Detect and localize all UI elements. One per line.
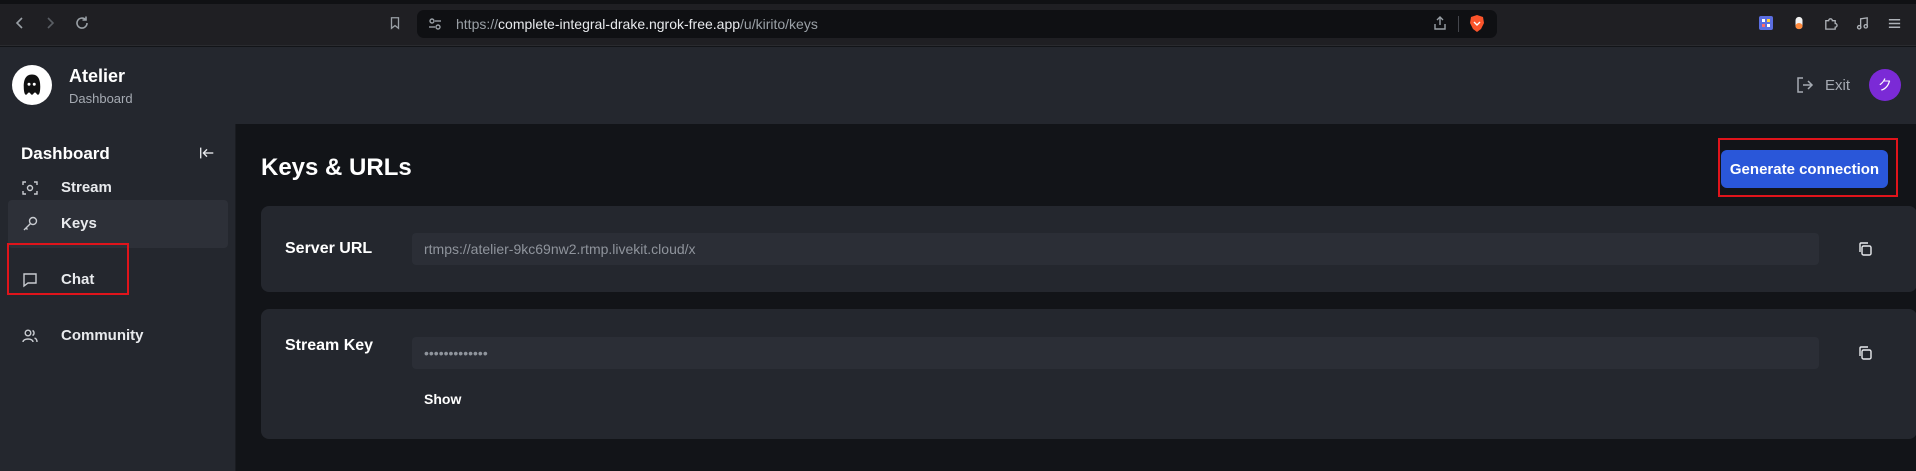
sidebar-item-label: Keys (61, 215, 97, 232)
copy-icon (1859, 346, 1872, 360)
page-title: Keys & URLs (261, 154, 412, 181)
users-icon (21, 327, 39, 345)
main-content: Keys & URLs Generate connection Server U… (237, 124, 1916, 471)
sidebar: Dashboard Stream Keys Chat Community (0, 124, 236, 471)
stream-key-field[interactable]: ••••••••••••• (412, 337, 1819, 369)
copy-icon (1859, 242, 1872, 256)
sidebar-item-keys[interactable]: Keys (8, 200, 228, 248)
key-icon (21, 215, 39, 233)
site-settings-icon[interactable] (427, 16, 443, 32)
exit-button[interactable]: Exit (1795, 75, 1850, 95)
extension-capsule-icon[interactable] (1789, 13, 1809, 33)
server-url-card: Server URL rtmps://atelier-9kc69nw2.rtmp… (261, 206, 1916, 292)
copy-server-url-button[interactable] (1849, 233, 1881, 265)
copy-stream-key-button[interactable] (1849, 337, 1881, 369)
browser-top-strip (0, 0, 1916, 4)
share-icon[interactable] (1432, 15, 1450, 33)
browser-toolbar: https://complete-integral-drake.ngrok-fr… (0, 0, 1916, 46)
forward-icon[interactable] (38, 11, 62, 35)
show-stream-key-button[interactable]: Show (424, 391, 461, 407)
stream-key-card: Stream Key ••••••••••••• Show (261, 309, 1916, 439)
server-url-field[interactable]: rtmps://atelier-9kc69nw2.rtmp.livekit.cl… (412, 233, 1819, 265)
brave-shields-icon[interactable] (1467, 14, 1487, 34)
media-music-icon[interactable] (1852, 13, 1872, 33)
collapse-sidebar-icon[interactable] (198, 144, 218, 164)
generate-highlight-box (1718, 138, 1898, 197)
exit-icon (1797, 77, 1814, 93)
keys-highlight-box (7, 243, 129, 295)
back-icon[interactable] (8, 11, 32, 35)
sidebar-item-community[interactable]: Community (8, 312, 228, 360)
brand-title: Atelier (69, 66, 126, 86)
brand-subtitle: Dashboard (69, 91, 133, 106)
bookmark-icon[interactable] (384, 12, 406, 34)
reload-icon[interactable] (70, 11, 94, 35)
url-divider (1458, 16, 1459, 32)
stream-icon (21, 179, 39, 197)
atelier-logo[interactable] (12, 65, 52, 105)
stream-key-label: Stream Key (285, 337, 374, 354)
sidebar-item-label: Stream (61, 179, 112, 196)
avatar[interactable]: ク (1869, 69, 1901, 101)
address-bar[interactable]: https://complete-integral-drake.ngrok-fr… (417, 10, 1497, 38)
extension-grid-icon[interactable] (1756, 13, 1776, 33)
sidebar-item-label: Community (61, 327, 144, 344)
extensions-puzzle-icon[interactable] (1820, 13, 1840, 33)
app-header: Atelier Dashboard Exit ク (0, 47, 1916, 124)
exit-label: Exit (1825, 76, 1851, 94)
url-text: https://complete-integral-drake.ngrok-fr… (456, 16, 818, 32)
server-url-label: Server URL (285, 240, 373, 257)
browser-menu-icon[interactable] (1884, 13, 1904, 33)
sidebar-title: Dashboard (21, 144, 110, 163)
